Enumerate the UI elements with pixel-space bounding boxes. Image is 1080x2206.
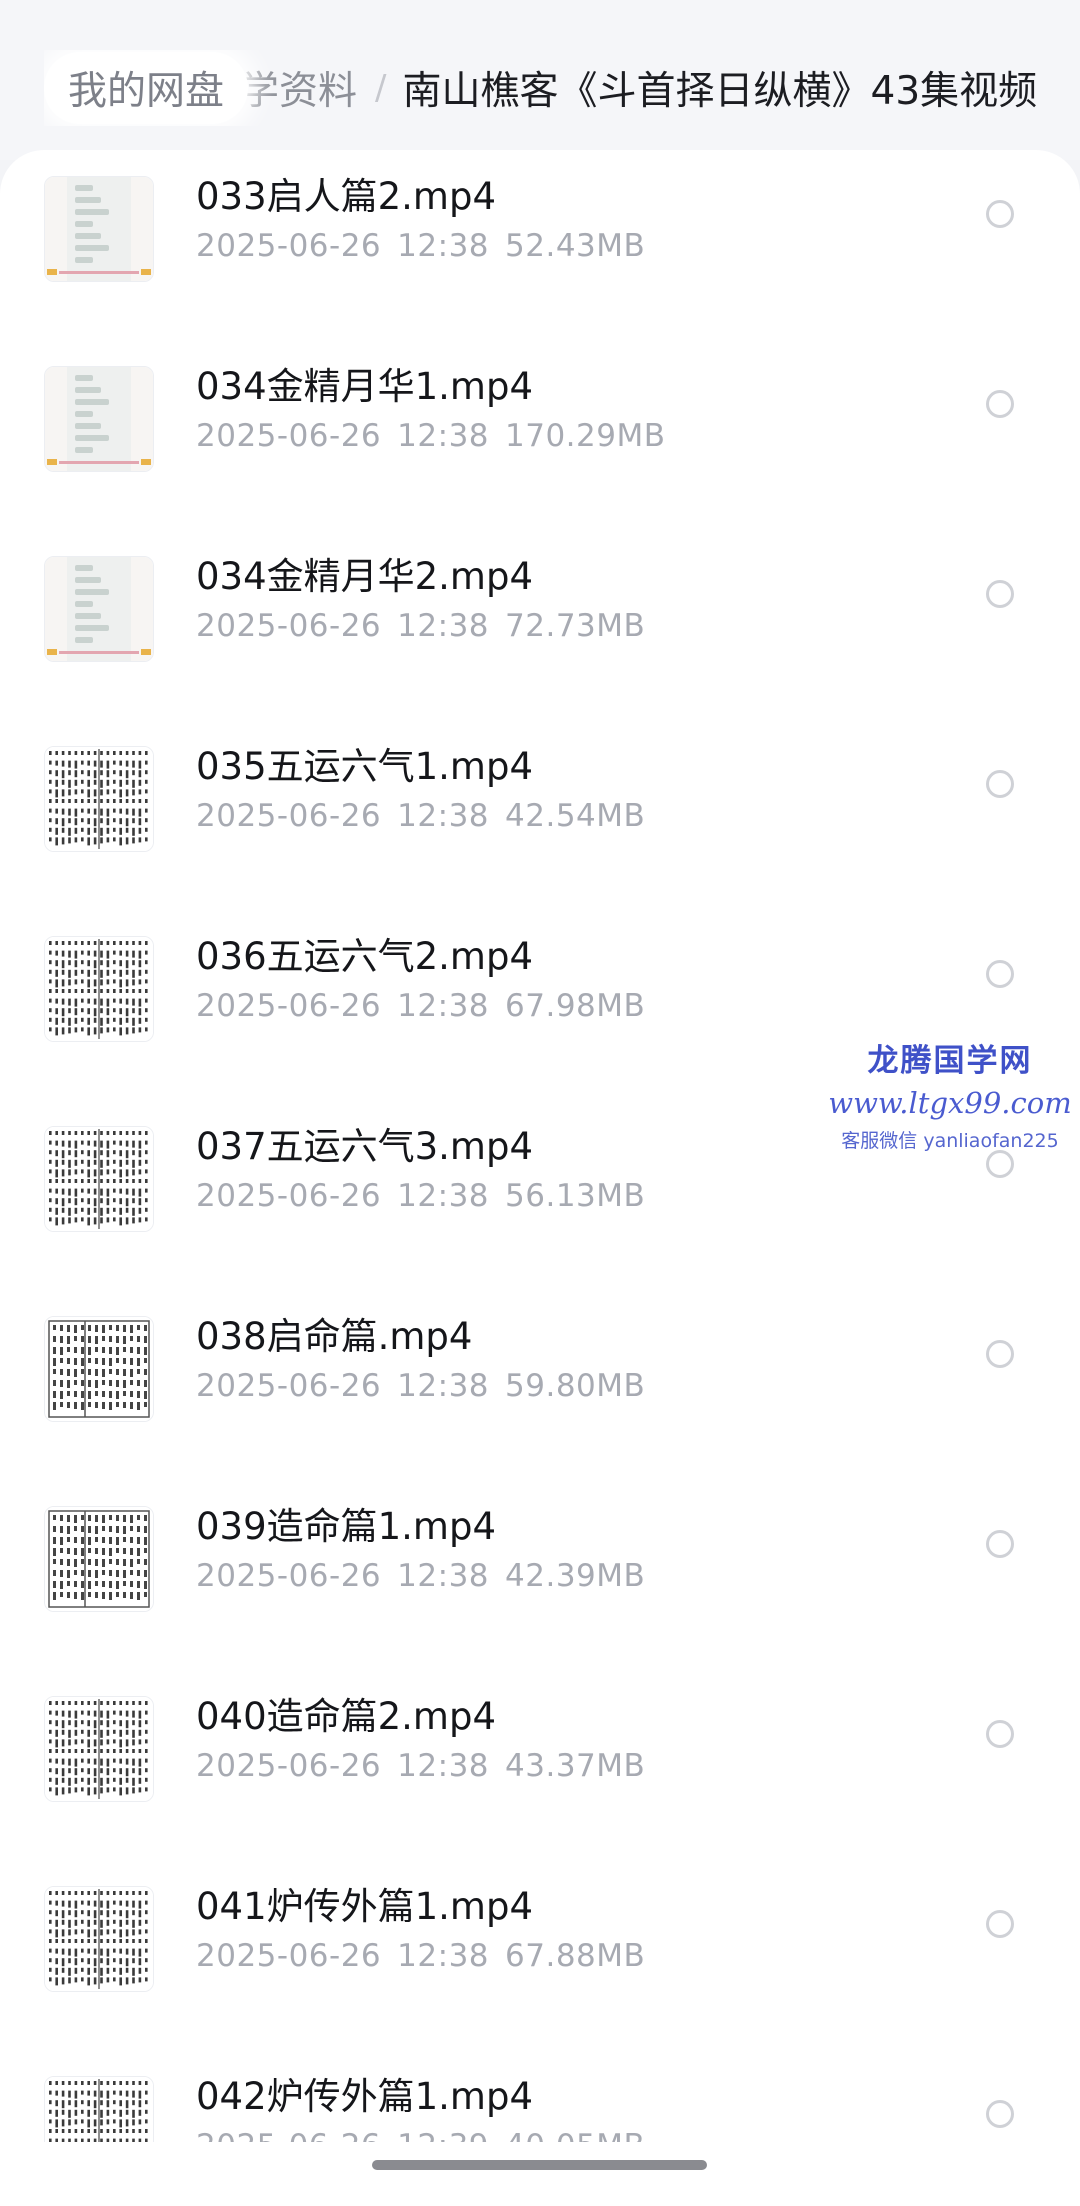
- video-thumbnail: [44, 556, 154, 662]
- file-size: 52.43MB: [505, 228, 646, 264]
- file-name: 038启命篇.mp4: [196, 1315, 473, 1358]
- file-size: 56.13MB: [505, 1178, 646, 1214]
- video-thumbnail: [44, 366, 154, 472]
- file-time: 12:38: [397, 988, 490, 1024]
- file-list-panel: 033启人篇2.mp4 2025-06-26 12:38 52.43MB 034金精月华…: [0, 150, 1080, 2206]
- file-time: 12:38: [397, 1178, 490, 1214]
- file-name: 035五运六气1.mp4: [196, 745, 533, 788]
- file-name: 033启人篇2.mp4: [196, 175, 496, 218]
- file-time: 12:38: [397, 1748, 490, 1784]
- file-time: 12:38: [397, 1938, 490, 1974]
- file-date: 2025-06-26: [196, 1558, 382, 1594]
- radio-circle-icon[interactable]: [986, 390, 1014, 418]
- breadcrumb: 我的网盘 学资料 / 南山樵客《斗首择日纵横》43集视频: [44, 50, 1054, 126]
- video-thumbnail: [44, 1126, 154, 1232]
- file-meta: 2025-06-26 12:38 42.54MB: [196, 798, 661, 834]
- breadcrumb-current-folder: 南山樵客《斗首择日纵横》43集视频: [402, 69, 1038, 114]
- video-thumbnail: [44, 936, 154, 1042]
- watermark-wechat: 客服微信 yanliaofan225: [841, 1130, 1059, 1152]
- video-thumbnail: [44, 746, 154, 852]
- file-date: 2025-06-26: [196, 228, 382, 264]
- radio-circle-icon[interactable]: [986, 580, 1014, 608]
- file-date: 2025-06-26: [196, 1178, 382, 1214]
- watermark-title: 龙腾国学网: [867, 1043, 1033, 1079]
- file-size: 67.98MB: [505, 988, 646, 1024]
- file-name: 034金精月华2.mp4: [196, 555, 533, 598]
- file-date: 2025-06-26: [196, 988, 382, 1024]
- file-size: 59.80MB: [505, 1368, 646, 1404]
- radio-circle-icon[interactable]: [986, 200, 1014, 228]
- file-row[interactable]: 042炉传外篇1.mp4 2025-06-26 12:39 40.05MB: [0, 2066, 1080, 2142]
- breadcrumb-root[interactable]: 我的网盘: [44, 52, 249, 124]
- file-meta: 2025-06-26 12:39 40.05MB: [196, 2128, 661, 2142]
- file-size: 42.54MB: [505, 798, 646, 834]
- file-row[interactable]: 040造命篇2.mp4 2025-06-26 12:38 43.37MB: [0, 1686, 1080, 1876]
- file-row[interactable]: 035五运六气1.mp4 2025-06-26 12:38 42.54MB: [0, 736, 1080, 926]
- file-time: 12:38: [397, 798, 490, 834]
- file-row[interactable]: 034金精月华1.mp4 2025-06-26 12:38 170.29MB: [0, 356, 1080, 546]
- file-name: 040造命篇2.mp4: [196, 1695, 496, 1738]
- file-time: 12:38: [397, 1558, 490, 1594]
- file-date: 2025-06-26: [196, 418, 382, 454]
- file-meta: 2025-06-26 12:38 72.73MB: [196, 608, 661, 644]
- file-size: 67.88MB: [505, 1938, 646, 1974]
- watermark: 龙腾国学网 www.ltgx99.com 客服微信 yanliaofan225: [820, 1035, 1080, 1153]
- breadcrumb-parent[interactable]: 学资料: [240, 60, 357, 116]
- video-thumbnail: [44, 1696, 154, 1802]
- file-name: 034金精月华1.mp4: [196, 365, 533, 408]
- radio-circle-icon[interactable]: [986, 2100, 1014, 2128]
- file-size: 72.73MB: [505, 608, 646, 644]
- file-name: 039造命篇1.mp4: [196, 1505, 496, 1548]
- file-row[interactable]: 038启命篇.mp4 2025-06-26 12:38 59.80MB: [0, 1306, 1080, 1496]
- file-time: 12:39: [397, 2128, 489, 2142]
- file-meta: 2025-06-26 12:38 67.98MB: [196, 988, 661, 1024]
- file-size: 42.39MB: [505, 1558, 646, 1594]
- file-name: 041炉传外篇1.mp4: [196, 1885, 533, 1928]
- breadcrumb-separator: /: [375, 68, 387, 108]
- file-row[interactable]: 033启人篇2.mp4 2025-06-26 12:38 52.43MB: [0, 166, 1080, 356]
- file-date: 2025-06-26: [196, 798, 382, 834]
- video-thumbnail: [44, 1886, 154, 1992]
- file-time: 12:38: [397, 1368, 490, 1404]
- file-size: 170.29MB: [505, 418, 666, 454]
- file-meta: 2025-06-26 12:38 67.88MB: [196, 1938, 661, 1974]
- file-row[interactable]: 041炉传外篇1.mp4 2025-06-26 12:38 67.88MB: [0, 1876, 1080, 2066]
- home-indicator[interactable]: [372, 2160, 707, 2170]
- file-meta: 2025-06-26 12:38 170.29MB: [196, 418, 682, 454]
- header: 我的网盘 学资料 / 南山樵客《斗首择日纵横》43集视频: [0, 0, 1080, 160]
- video-thumbnail: [44, 2076, 154, 2142]
- radio-circle-icon[interactable]: [986, 1910, 1014, 1938]
- file-meta: 2025-06-26 12:38 59.80MB: [196, 1368, 661, 1404]
- video-thumbnail: [44, 1506, 154, 1612]
- radio-circle-icon[interactable]: [986, 960, 1014, 988]
- file-name: 037五运六气3.mp4: [196, 1125, 533, 1168]
- file-name: 042炉传外篇1.mp4: [196, 2075, 533, 2118]
- file-meta: 2025-06-26 12:38 52.43MB: [196, 228, 661, 264]
- file-row[interactable]: 039造命篇1.mp4 2025-06-26 12:38 42.39MB: [0, 1496, 1080, 1686]
- file-date: 2025-06-26: [196, 1938, 382, 1974]
- file-size: 40.05MB: [505, 2128, 645, 2142]
- file-meta: 2025-06-26 12:38 43.37MB: [196, 1748, 661, 1784]
- radio-circle-icon[interactable]: [986, 1150, 1014, 1178]
- file-time: 12:38: [397, 608, 490, 644]
- file-date: 2025-06-26: [196, 1748, 382, 1784]
- radio-circle-icon[interactable]: [986, 1530, 1014, 1558]
- file-meta: 2025-06-26 12:38 56.13MB: [196, 1178, 661, 1214]
- file-row[interactable]: 034金精月华2.mp4 2025-06-26 12:38 72.73MB: [0, 546, 1080, 736]
- file-size: 43.37MB: [505, 1748, 646, 1784]
- file-time: 12:38: [397, 228, 490, 264]
- file-name: 036五运六气2.mp4: [196, 935, 533, 978]
- radio-circle-icon[interactable]: [986, 1720, 1014, 1748]
- video-thumbnail: [44, 1316, 154, 1422]
- video-thumbnail: [44, 176, 154, 282]
- file-date: 2025-06-26: [196, 1368, 382, 1404]
- radio-circle-icon[interactable]: [986, 770, 1014, 798]
- radio-circle-icon[interactable]: [986, 1340, 1014, 1368]
- file-date: 2025-06-26: [196, 2128, 381, 2142]
- watermark-url: www.ltgx99.com: [828, 1086, 1072, 1120]
- file-date: 2025-06-26: [196, 608, 382, 644]
- file-meta: 2025-06-26 12:38 42.39MB: [196, 1558, 661, 1594]
- file-time: 12:38: [397, 418, 490, 454]
